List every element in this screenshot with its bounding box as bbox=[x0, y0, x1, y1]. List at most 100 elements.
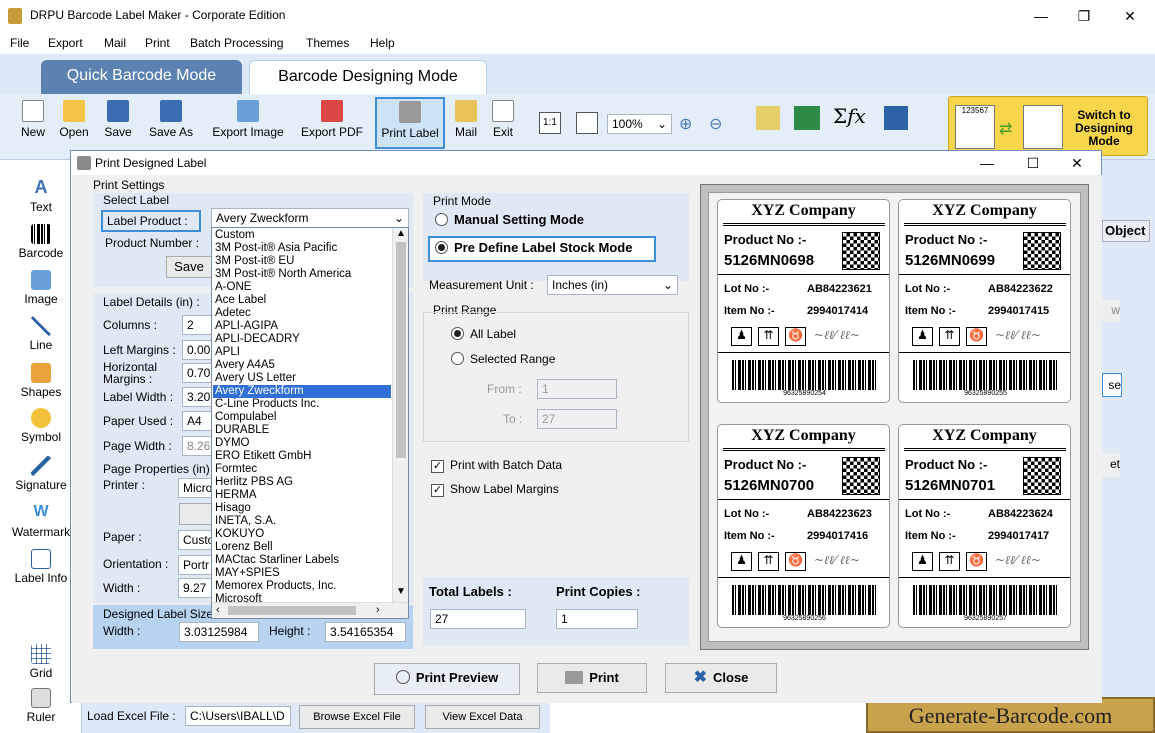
mail-button[interactable]: Mail bbox=[451, 98, 481, 144]
dropdown-item[interactable]: Lorenz Bell bbox=[213, 541, 391, 554]
zoom-out-icon[interactable]: ⊖ bbox=[709, 114, 722, 134]
zoom-select[interactable]: 100% ⌄ bbox=[607, 114, 672, 134]
dropdown-item[interactable]: Avery US Letter bbox=[213, 372, 391, 385]
save-label-button[interactable]: Save bbox=[166, 256, 212, 278]
edit-icon[interactable] bbox=[756, 106, 780, 130]
scroll-down-icon[interactable]: ▼ bbox=[396, 586, 406, 597]
scroll-left-icon[interactable]: ‹ bbox=[216, 604, 220, 616]
paper-used-input[interactable]: A4 bbox=[182, 411, 212, 431]
designed-width-input[interactable]: 3.03125984 bbox=[179, 622, 259, 642]
dropdown-item[interactable]: Compulabel bbox=[213, 411, 391, 424]
paper-select[interactable]: Custo bbox=[178, 530, 214, 550]
close-icon[interactable]: ✕ bbox=[1120, 6, 1140, 26]
left-margins-input[interactable]: 0.00 bbox=[182, 340, 212, 360]
printer-settings-button[interactable] bbox=[179, 503, 212, 525]
dropdown-item[interactable]: 3M Post-it® Asia Pacific bbox=[213, 242, 391, 255]
scroll-right-icon[interactable]: › bbox=[376, 604, 380, 616]
show-margins-checkbox[interactable]: ✓ Show Label Margins bbox=[431, 482, 559, 497]
background-w-button[interactable]: w bbox=[1102, 300, 1120, 322]
dropdown-item[interactable]: APLI-DECADRY bbox=[213, 333, 391, 346]
all-label-radio[interactable]: All Label bbox=[451, 327, 516, 343]
dialog-maximize-icon[interactable]: ☐ bbox=[1023, 153, 1043, 173]
menu-export[interactable]: Export bbox=[48, 36, 83, 50]
dropdown-item[interactable]: Adetec bbox=[213, 307, 391, 320]
dropdown-item[interactable]: MACtac Starliner Labels bbox=[213, 554, 391, 567]
dropdown-item[interactable]: MAY+SPIES bbox=[213, 567, 391, 580]
label-product-select[interactable]: Avery Zweckform ⌄ bbox=[211, 208, 409, 228]
dropdown-item[interactable]: 3M Post-it® EU bbox=[213, 255, 391, 268]
dropdown-item[interactable]: Custom bbox=[213, 229, 391, 242]
dropdown-item[interactable]: APLI-AGIPA bbox=[213, 320, 391, 333]
switch-designing-mode-button[interactable]: 123567 ⇄ Switch to Designing Mode bbox=[948, 96, 1148, 156]
dropdown-item[interactable]: Hisago bbox=[213, 502, 391, 515]
minimize-icon[interactable]: — bbox=[1031, 6, 1051, 26]
exit-button[interactable]: Exit bbox=[488, 98, 518, 144]
from-input[interactable]: 1 bbox=[537, 379, 617, 399]
menu-batch-processing[interactable]: Batch Processing bbox=[190, 36, 283, 50]
to-input[interactable]: 27 bbox=[537, 409, 617, 429]
horizontal-margins-input[interactable]: 0.70 bbox=[182, 363, 212, 383]
zoom-in-icon[interactable]: ⊕ bbox=[679, 114, 692, 134]
menu-mail[interactable]: Mail bbox=[104, 36, 126, 50]
dropdown-item[interactable]: Ace Label bbox=[213, 294, 391, 307]
dropdown-hscroll[interactable]: ‹ › bbox=[212, 602, 408, 618]
dropdown-item[interactable]: A-ONE bbox=[213, 281, 391, 294]
label-width-input[interactable]: 3.20 bbox=[182, 387, 212, 407]
predefine-mode-radio[interactable]: Pre Define Label Stock Mode bbox=[428, 236, 656, 262]
background-se-button[interactable]: se bbox=[1102, 373, 1122, 397]
open-button[interactable]: Open bbox=[56, 98, 92, 144]
close-button[interactable]: ✖ Close bbox=[665, 663, 777, 693]
dropdown-item[interactable]: Memorex Products, Inc. bbox=[213, 580, 391, 593]
excel-path-input[interactable]: C:\Users\IBALL\D bbox=[185, 706, 291, 726]
dropdown-item[interactable]: Avery Zweckform bbox=[213, 385, 391, 398]
save-as-button[interactable]: Save As bbox=[144, 98, 198, 144]
export-pdf-button[interactable]: Export PDF bbox=[297, 98, 367, 144]
dropdown-item[interactable]: 3M Post-it® North America bbox=[213, 268, 391, 281]
scroll-thumb[interactable] bbox=[396, 242, 406, 458]
dialog-minimize-icon[interactable]: — bbox=[977, 153, 997, 173]
actual-size-icon[interactable]: 1:1 bbox=[539, 112, 561, 134]
dialog-close-icon[interactable]: ✕ bbox=[1067, 153, 1087, 173]
new-button[interactable]: New bbox=[15, 98, 51, 144]
manual-mode-radio[interactable]: Manual Setting Mode bbox=[435, 212, 584, 229]
dropdown-item[interactable]: ERO Etikett GmbH bbox=[213, 450, 391, 463]
formula-icon[interactable]: Σfx bbox=[833, 104, 866, 128]
menu-file[interactable]: File bbox=[10, 36, 29, 50]
print-button[interactable]: Print bbox=[537, 663, 647, 693]
fit-icon[interactable] bbox=[576, 112, 598, 134]
excel-icon[interactable] bbox=[794, 106, 820, 130]
dropdown-item[interactable]: Avery A4A5 bbox=[213, 359, 391, 372]
columns-input[interactable]: 2 bbox=[182, 315, 212, 335]
menu-themes[interactable]: Themes bbox=[306, 36, 349, 50]
label-product-dropdown-list[interactable]: Custom 3M Post-it® Asia Pacific 3M Post-it… bbox=[211, 227, 409, 619]
export-image-button[interactable]: Export Image bbox=[206, 98, 290, 144]
scroll-up-icon[interactable]: ▲ bbox=[396, 228, 406, 239]
dropdown-item[interactable]: Herlitz PBS AG bbox=[213, 476, 391, 489]
maximize-icon[interactable]: ❐ bbox=[1074, 6, 1094, 26]
dropdown-item[interactable]: APLI bbox=[213, 346, 391, 359]
menu-help[interactable]: Help bbox=[370, 36, 395, 50]
print-preview-button[interactable]: Print Preview bbox=[374, 663, 520, 695]
measurement-select[interactable]: Inches (in) ⌄ bbox=[547, 275, 678, 295]
dropdown-item[interactable]: KOKUYO bbox=[213, 528, 391, 541]
print-copies-input[interactable]: 1 bbox=[556, 609, 638, 629]
dropdown-item[interactable]: INETA, S.A. bbox=[213, 515, 391, 528]
designed-height-input[interactable]: 3.54165354 bbox=[325, 622, 406, 642]
dropdown-vscroll[interactable]: ▲ ▼ bbox=[392, 228, 408, 602]
tab-barcode-designing-mode[interactable]: Barcode Designing Mode bbox=[249, 60, 487, 94]
dropdown-item[interactable]: DURABLE bbox=[213, 424, 391, 437]
batch-data-checkbox[interactable]: ✓ Print with Batch Data bbox=[431, 458, 562, 473]
printer-select[interactable]: Micro bbox=[178, 478, 212, 498]
selected-range-radio[interactable]: Selected Range bbox=[451, 352, 555, 368]
view-excel-button[interactable]: View Excel Data bbox=[425, 705, 540, 729]
browse-excel-button[interactable]: Browse Excel File bbox=[299, 705, 415, 729]
dropdown-item[interactable]: C-Line Products Inc. bbox=[213, 398, 391, 411]
dropdown-item[interactable]: DYMO bbox=[213, 437, 391, 450]
width-input[interactable]: 9.27 bbox=[178, 578, 212, 598]
total-labels-input[interactable]: 27 bbox=[430, 609, 526, 629]
orientation-select[interactable]: Portr bbox=[178, 555, 212, 575]
print-label-button[interactable]: Print Label bbox=[375, 97, 445, 149]
dropdown-item[interactable]: HERMA bbox=[213, 489, 391, 502]
page-width-input[interactable]: 8.26 bbox=[182, 436, 212, 456]
swap-icon[interactable] bbox=[884, 106, 908, 130]
